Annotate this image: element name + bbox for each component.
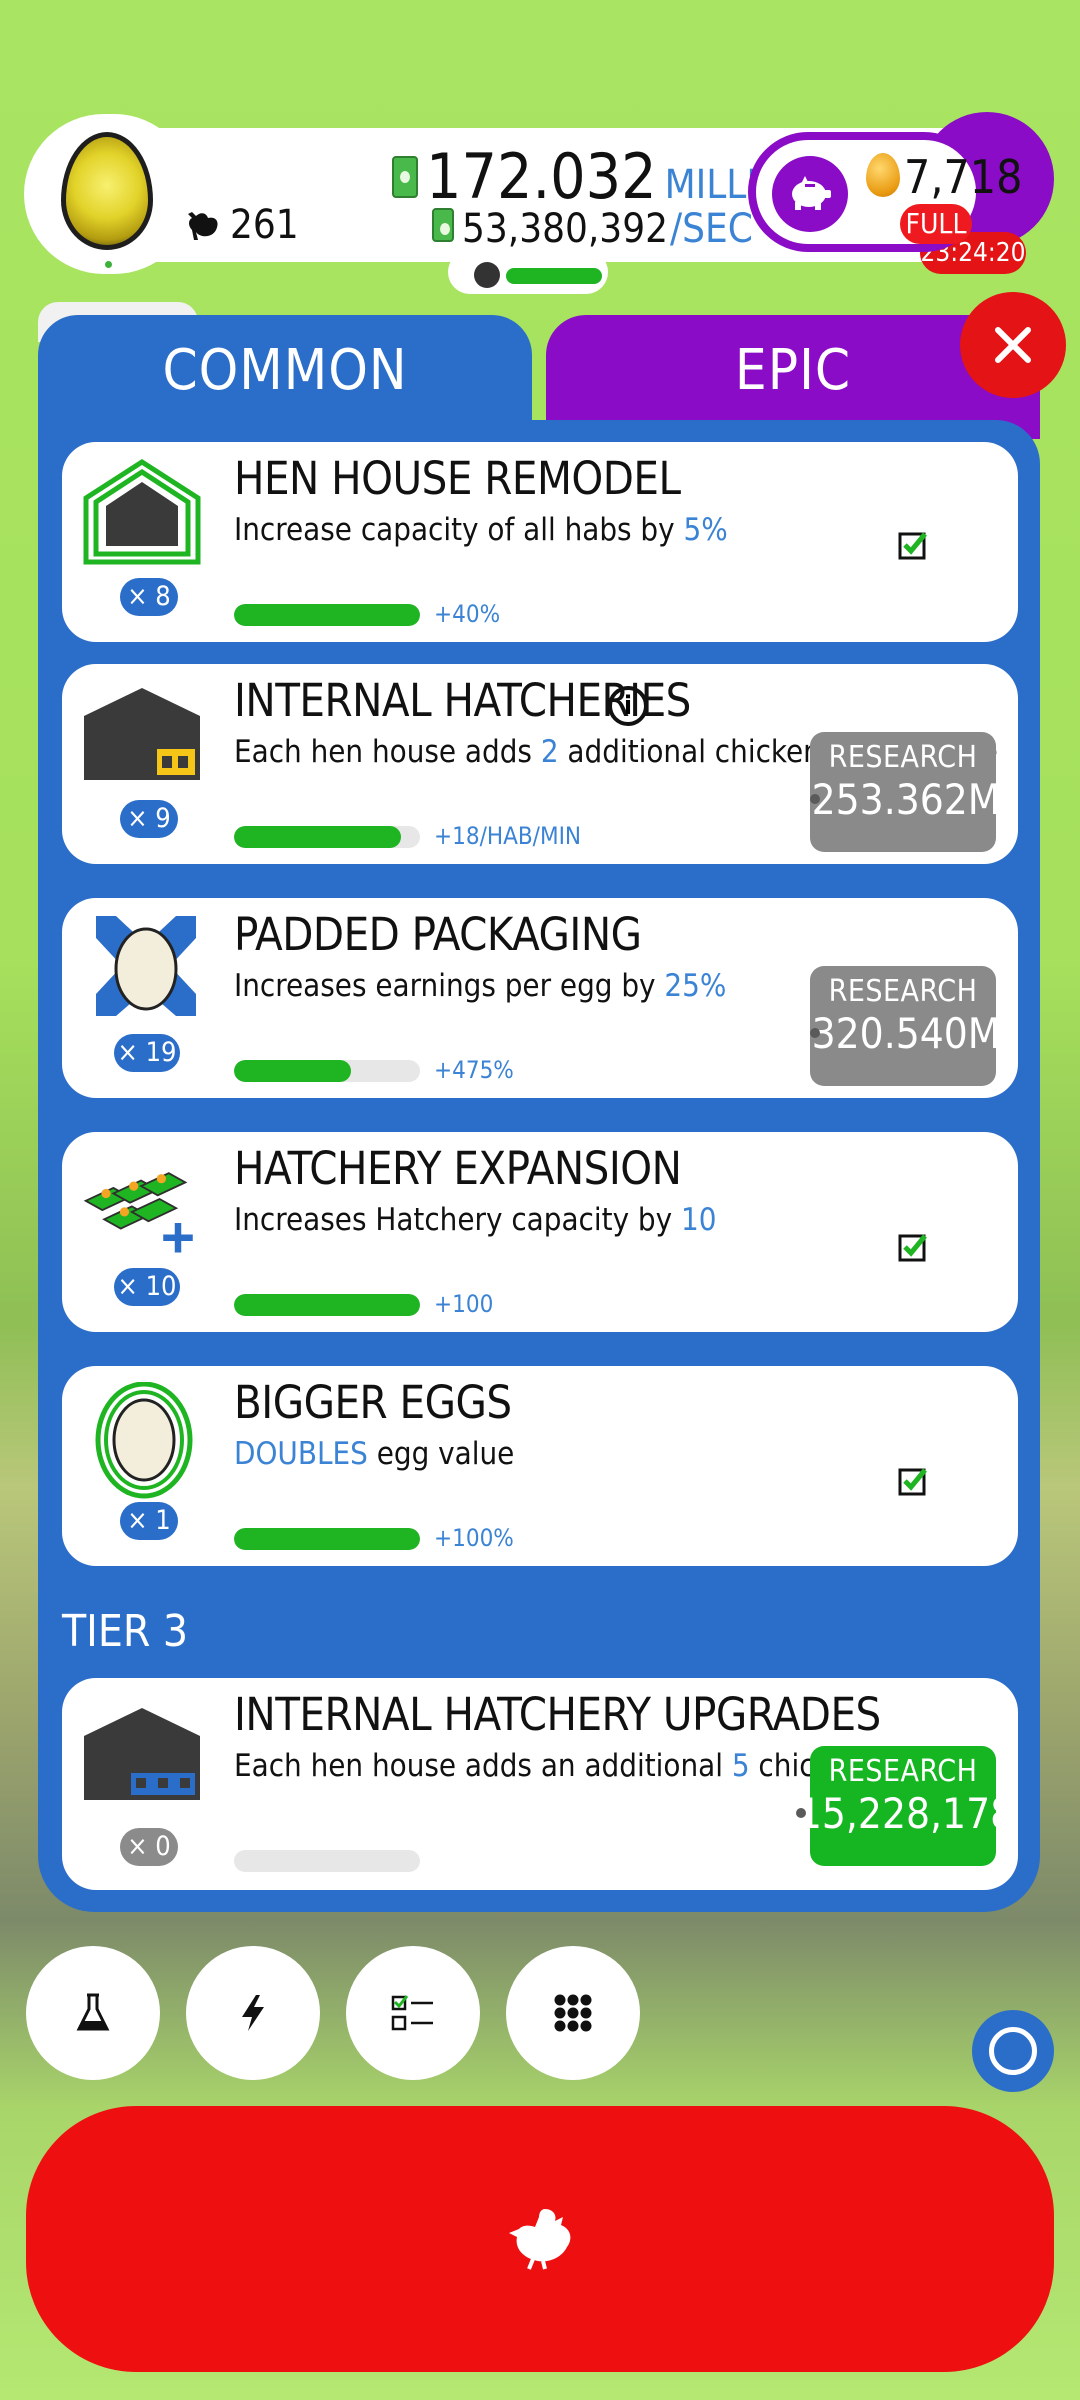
completed-check-icon	[898, 1234, 927, 1262]
research-title: INTERNAL HATCHERY UPGRADES	[234, 1688, 881, 1741]
hen-house-icon	[84, 688, 200, 780]
progress-fill	[234, 1294, 420, 1316]
research-card-bigger-eggs: × 1 BIGGER EGGS DOUBLES egg value +100%	[62, 1366, 1018, 1566]
rate-cash-icon	[432, 208, 454, 242]
settings-ring-button[interactable]	[972, 2010, 1054, 2092]
level-badge: × 8	[120, 578, 178, 616]
hen-house-icon	[84, 1708, 200, 1800]
missions-button[interactable]	[346, 1946, 480, 2080]
tier-label: TIER 3	[62, 1606, 189, 1657]
piggy-bank-button[interactable]	[772, 156, 848, 232]
level-badge: × 1	[120, 1502, 178, 1540]
research-card-internal-hatchery-upgrades: × 0 INTERNAL HATCHERY UPGRADES Each hen …	[62, 1678, 1018, 1890]
research-progress-bar	[234, 1850, 420, 1872]
close-icon	[995, 327, 1031, 363]
hatch-chicken-button[interactable]	[26, 2106, 1054, 2372]
tab-common[interactable]: COMMON	[38, 315, 532, 439]
research-bonus: +40%	[434, 600, 501, 628]
research-description: DOUBLES egg value	[234, 1436, 515, 1472]
research-button[interactable]: RESEARCH 15,228,178	[795, 1746, 1014, 1866]
golden-egg-count: 7,718	[904, 150, 1023, 204]
cash-amount: 172.032	[426, 140, 657, 213]
research-card-internal-hatcheries: × 9 INTERNAL HATCHERIES i Each hen house…	[62, 664, 1018, 864]
level-badge: × 19	[114, 1034, 180, 1072]
research-card-padded-packaging: × 19 PADDED PACKAGING Increases earnings…	[62, 898, 1018, 1098]
research-bonus: +100	[434, 1290, 494, 1318]
egg-icon	[61, 132, 153, 250]
status-dot	[105, 261, 112, 268]
research-cost: 320.540M	[811, 1009, 1001, 1058]
research-card-hen-house-remodel: × 8 HEN HOUSE REMODEL Increase capacity …	[62, 442, 1018, 642]
lightning-icon	[242, 1995, 264, 2031]
research-description: Increase capacity of all habs by 5%	[234, 512, 728, 548]
bigger-egg-icon	[95, 1382, 193, 1499]
level-badge: × 9	[120, 800, 178, 838]
progress-fill	[234, 1528, 420, 1550]
research-progress-bar	[234, 1060, 420, 1082]
flask-icon	[76, 1993, 110, 2031]
hen-house-icon	[83, 459, 201, 565]
research-title: HATCHERY EXPANSION	[234, 1142, 682, 1195]
research-progress-bar	[234, 1528, 420, 1550]
level-badge: × 0	[120, 1828, 178, 1866]
chicken-icon	[509, 2209, 571, 2270]
cash-icon	[392, 156, 418, 198]
full-badge: FULL	[900, 204, 972, 244]
research-button-label: RESEARCH	[828, 974, 978, 1009]
research-progress-bar	[234, 604, 420, 626]
checklist-icon	[391, 1995, 433, 2031]
research-lab-button[interactable]	[26, 1946, 160, 2080]
research-title: PADDED PACKAGING	[234, 908, 642, 961]
current-egg-button[interactable]	[24, 114, 194, 274]
research-bonus: +475%	[434, 1056, 514, 1084]
close-button[interactable]	[960, 292, 1066, 398]
progress-fill	[234, 1060, 352, 1082]
research-button-label: RESEARCH	[828, 740, 978, 775]
research-button[interactable]: RESEARCH 320.540M	[809, 966, 1000, 1086]
chicken-icon	[188, 212, 218, 240]
research-progress-bar	[234, 1294, 420, 1316]
research-button-label: RESEARCH	[828, 1754, 978, 1789]
research-description: Increases earnings per egg by 25%	[234, 968, 727, 1004]
research-button[interactable]: RESEARCH 253.362M	[809, 732, 1000, 852]
padded-egg-icon	[96, 916, 196, 1016]
completed-check-icon	[898, 1468, 927, 1496]
research-title: HEN HOUSE REMODEL	[234, 452, 681, 505]
research-cost: 15,228,178	[797, 1789, 1015, 1838]
progress-fill	[234, 604, 420, 626]
tab-common-label: COMMON	[162, 337, 408, 403]
research-title: BIGGER EGGS	[234, 1376, 512, 1429]
rate-unit: /SEC	[669, 206, 753, 252]
menu-button[interactable]	[506, 1946, 640, 2080]
info-icon[interactable]: i	[608, 686, 648, 726]
earning-rate: 53,380,392 /SEC	[432, 206, 753, 252]
research-description: Increases Hatchery capacity by 10	[234, 1202, 717, 1238]
ring-icon	[989, 2027, 1037, 2075]
progress-fill	[234, 826, 402, 848]
research-progress-bar	[234, 826, 420, 848]
completed-check-icon	[898, 532, 927, 560]
research-bonus: +100%	[434, 1524, 514, 1552]
research-bonus: +18/HAB/MIN	[434, 822, 582, 850]
boosts-button[interactable]	[186, 1946, 320, 2080]
research-cost: 253.362M	[811, 775, 1001, 824]
level-badge: × 10	[114, 1268, 180, 1306]
golden-egg-icon	[866, 153, 900, 197]
tab-epic-label: EPIC	[734, 337, 852, 403]
research-card-hatchery-expansion: × 10 HATCHERY EXPANSION Increases Hatche…	[62, 1132, 1018, 1332]
rate-amount: 53,380,392	[462, 206, 668, 252]
hatchery-icon	[83, 1172, 193, 1253]
grid-menu-icon	[554, 1994, 592, 2032]
chicken-count-value: 261	[230, 202, 299, 248]
piggy-bank-icon	[792, 176, 831, 210]
chick-icon	[474, 262, 500, 288]
hab-progress-bar	[506, 268, 602, 284]
chicken-count: 261	[186, 202, 299, 248]
